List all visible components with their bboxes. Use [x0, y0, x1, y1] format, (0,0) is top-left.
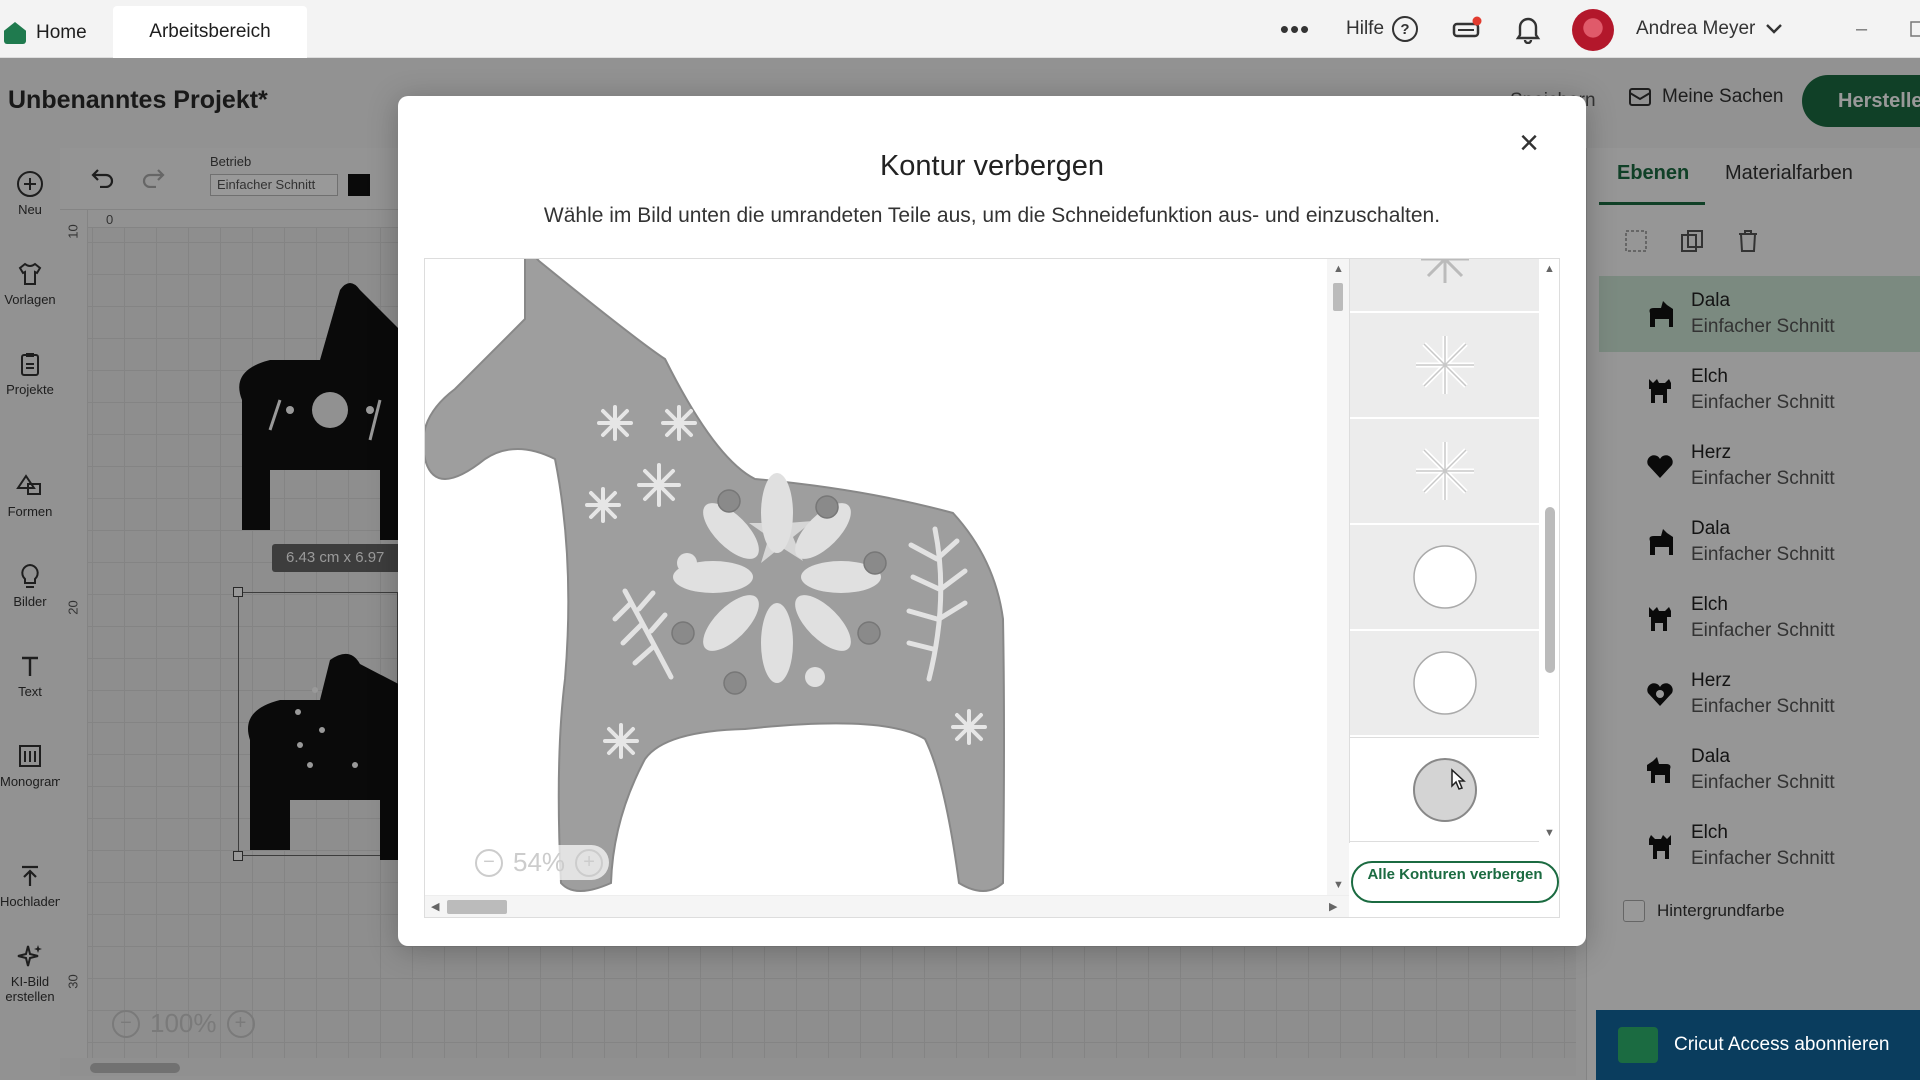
preview-horizontal-scrollbar[interactable]: ◀ ▶: [425, 895, 1349, 917]
contour-preview-area[interactable]: [425, 259, 1327, 895]
contour-item[interactable]: [1350, 313, 1539, 418]
home-tab-label: Home: [36, 22, 87, 43]
top-bar: Home Arbeitsbereich ••• Hilfe ? Andrea M…: [0, 0, 1920, 58]
contour-list-scroll-thumb[interactable]: [1545, 507, 1555, 673]
snowflake-contour-icon: [1416, 336, 1474, 394]
home-tab[interactable]: Home: [0, 8, 112, 58]
scroll-down-arrow-icon[interactable]: ▼: [1333, 879, 1344, 891]
help-button[interactable]: Hilfe ?: [1346, 0, 1419, 58]
zoom-in-icon[interactable]: +: [575, 848, 604, 877]
cricut-access-icon: [1618, 1027, 1658, 1063]
preview-vertical-scrollbar[interactable]: ▲ ▼: [1327, 259, 1349, 895]
window-minimize-button[interactable]: –: [1856, 0, 1876, 58]
more-options-label: •••: [1279, 13, 1311, 44]
window-minimize-label: –: [1856, 17, 1868, 40]
machine-status-icon[interactable]: [1452, 0, 1482, 58]
dialog-description: Wähle im Bild unten die umrandeten Teile…: [543, 204, 1441, 227]
scroll-thumb[interactable]: [447, 900, 507, 914]
more-options-button[interactable]: •••: [1280, 0, 1310, 58]
contour-item-selected[interactable]: [1350, 737, 1539, 842]
preview-zoom-value: 54%: [513, 847, 566, 877]
chevron-down-icon: [1766, 24, 1783, 34]
snowflake-contour-icon: [1421, 259, 1469, 283]
contour-preview-frame: − 54% + ▲ ▼ ◀ ▶ ▲ ▼ Alle Konturen verber…: [424, 258, 1560, 918]
scroll-thumb[interactable]: [1333, 283, 1343, 311]
circle-contour-icon: [1413, 651, 1477, 715]
scroll-left-arrow-icon[interactable]: ◀: [431, 900, 439, 913]
hide-all-contours-button[interactable]: Alle Konturen verbergen: [1351, 861, 1559, 903]
zoom-out-icon[interactable]: −: [475, 848, 503, 877]
dala-horse-preview[interactable]: [425, 259, 1327, 895]
notifications-bell-icon[interactable]: [1514, 0, 1544, 58]
scroll-up-arrow-icon[interactable]: ▲: [1333, 263, 1344, 275]
hide-contour-dialog: Kontur verbergen Wähle im Bild unten die…: [398, 96, 1586, 946]
user-avatar[interactable]: [1572, 9, 1614, 51]
help-icon: ?: [1392, 16, 1419, 42]
scroll-down-arrow-icon[interactable]: ▼: [1544, 827, 1555, 839]
preview-zoom-control: − 54% +: [469, 845, 610, 880]
user-name: Andrea Meyer: [1636, 18, 1756, 39]
subscribe-access-button[interactable]: Cricut Access abonnieren: [1596, 1010, 1920, 1080]
close-icon[interactable]: ×: [1514, 126, 1544, 160]
window-maximize-button[interactable]: [1910, 0, 1920, 58]
help-label: Hilfe: [1346, 18, 1385, 39]
scroll-up-arrow-icon[interactable]: ▲: [1544, 263, 1555, 275]
user-menu[interactable]: Andrea Meyer: [1636, 0, 1783, 58]
workspace-tab-label: Arbeitsbereich: [149, 21, 271, 42]
contour-item[interactable]: [1350, 631, 1539, 736]
circle-contour-icon: [1413, 545, 1477, 609]
contour-item[interactable]: [1350, 259, 1539, 312]
contour-list: [1349, 259, 1539, 843]
subscribe-label: Cricut Access abonnieren: [1674, 1034, 1890, 1055]
home-logo-icon: [4, 22, 26, 44]
scroll-right-arrow-icon[interactable]: ▶: [1329, 900, 1337, 913]
snowflake-contour-icon: [1416, 442, 1474, 500]
mouse-cursor-icon: [1451, 768, 1466, 790]
contour-item[interactable]: [1350, 525, 1539, 630]
workspace-tab[interactable]: Arbeitsbereich: [113, 6, 307, 58]
contour-item[interactable]: [1350, 419, 1539, 524]
dialog-title: Kontur verbergen: [879, 150, 1105, 182]
circle-contour-icon: [1413, 757, 1477, 822]
